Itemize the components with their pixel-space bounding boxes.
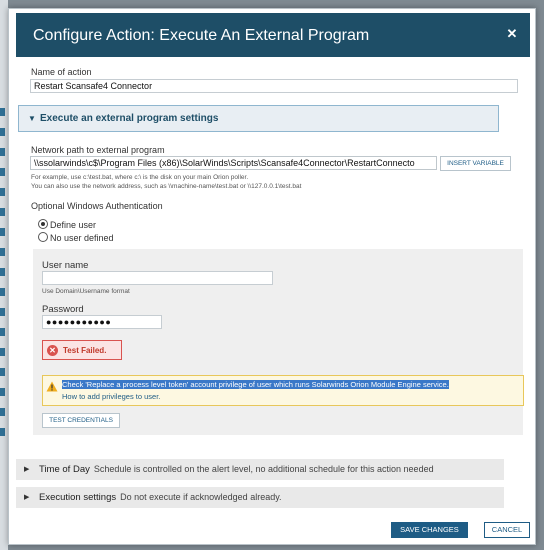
background-marker [0,328,5,336]
program-path-label: Network path to external program [31,145,165,155]
program-settings-section-header[interactable]: ▼ Execute an external program settings [18,105,499,132]
define-user-label[interactable]: Define user [50,220,96,230]
execution-title: Execution settings [39,492,117,503]
background-marker [0,368,5,376]
execution-settings-section[interactable]: ▶ Execution settings Do not execute if ac… [16,487,504,508]
save-changes-button[interactable]: SAVE CHANGES [391,522,468,538]
background-marker [0,208,5,216]
password-label: Password [42,304,84,315]
path-hint-line1: For example, use c:\test.bat, where c:\ … [31,174,249,181]
no-user-radio[interactable] [38,232,48,242]
dialog-header: Configure Action: Execute An External Pr… [16,13,530,57]
program-path-input[interactable]: \\ssolarwinds\c$\Program Files (x86)\Sol… [30,156,437,170]
username-input[interactable] [42,271,273,285]
background-marker [0,128,5,136]
action-name-input[interactable]: Restart Scansafe4 Connector [30,79,518,93]
background-marker [0,388,5,396]
username-hint: Use Domain\Username format [42,288,130,295]
windows-auth-label: Optional Windows Authentication [31,201,163,211]
background-marker [0,248,5,256]
test-failed-text: Test Failed. [63,346,107,355]
error-icon: ✕ [47,345,58,356]
execution-description: Do not execute if acknowledged already. [120,492,282,502]
chevron-right-icon: ▶ [24,494,30,501]
close-icon[interactable]: ✕ [504,26,520,42]
test-failed-alert: ✕ Test Failed. [42,340,122,360]
test-credentials-button[interactable]: TEST CREDENTIALS [42,413,120,428]
background-marker [0,348,5,356]
chevron-right-icon: ▶ [24,466,30,473]
cancel-button[interactable]: CANCEL [484,522,530,538]
time-of-day-section[interactable]: ▶ Time of Day Schedule is controlled on t… [16,459,504,480]
define-user-radio[interactable] [38,219,48,229]
background-marker [0,268,5,276]
no-user-label[interactable]: No user defined [50,233,114,243]
privilege-warning: Check 'Replace a process level token' ac… [42,375,524,406]
warning-message: Check 'Replace a process level token' ac… [62,380,449,389]
add-privileges-link[interactable]: How to add privileges to user. [62,392,160,401]
background-marker [0,168,5,176]
background-marker [0,288,5,296]
background-marker [0,148,5,156]
path-hint-line2: You can also use the network address, su… [31,183,302,190]
section-title: Execute an external program settings [40,113,219,124]
background-page-edge [0,0,8,550]
time-of-day-description: Schedule is controlled on the alert leve… [93,464,434,474]
background-marker [0,428,5,436]
time-of-day-text: Time of Day Schedule is controlled on the… [39,464,434,475]
background-marker [0,108,5,116]
chevron-down-icon: ▼ [28,114,36,123]
action-name-label: Name of action [31,67,92,77]
warning-icon [46,381,58,392]
dialog-title: Configure Action: Execute An External Pr… [33,27,370,44]
configure-action-dialog: Configure Action: Execute An External Pr… [8,8,536,545]
insert-variable-button[interactable]: INSERT VARIABLE [440,156,511,171]
background-marker [0,308,5,316]
time-of-day-title: Time of Day [39,464,90,475]
background-marker [0,228,5,236]
password-input[interactable]: ●●●●●●●●●●● [42,315,162,329]
background-marker [0,408,5,416]
execution-text: Execution settings Do not execute if ackn… [39,492,282,503]
background-marker [0,188,5,196]
username-label: User name [42,260,89,271]
